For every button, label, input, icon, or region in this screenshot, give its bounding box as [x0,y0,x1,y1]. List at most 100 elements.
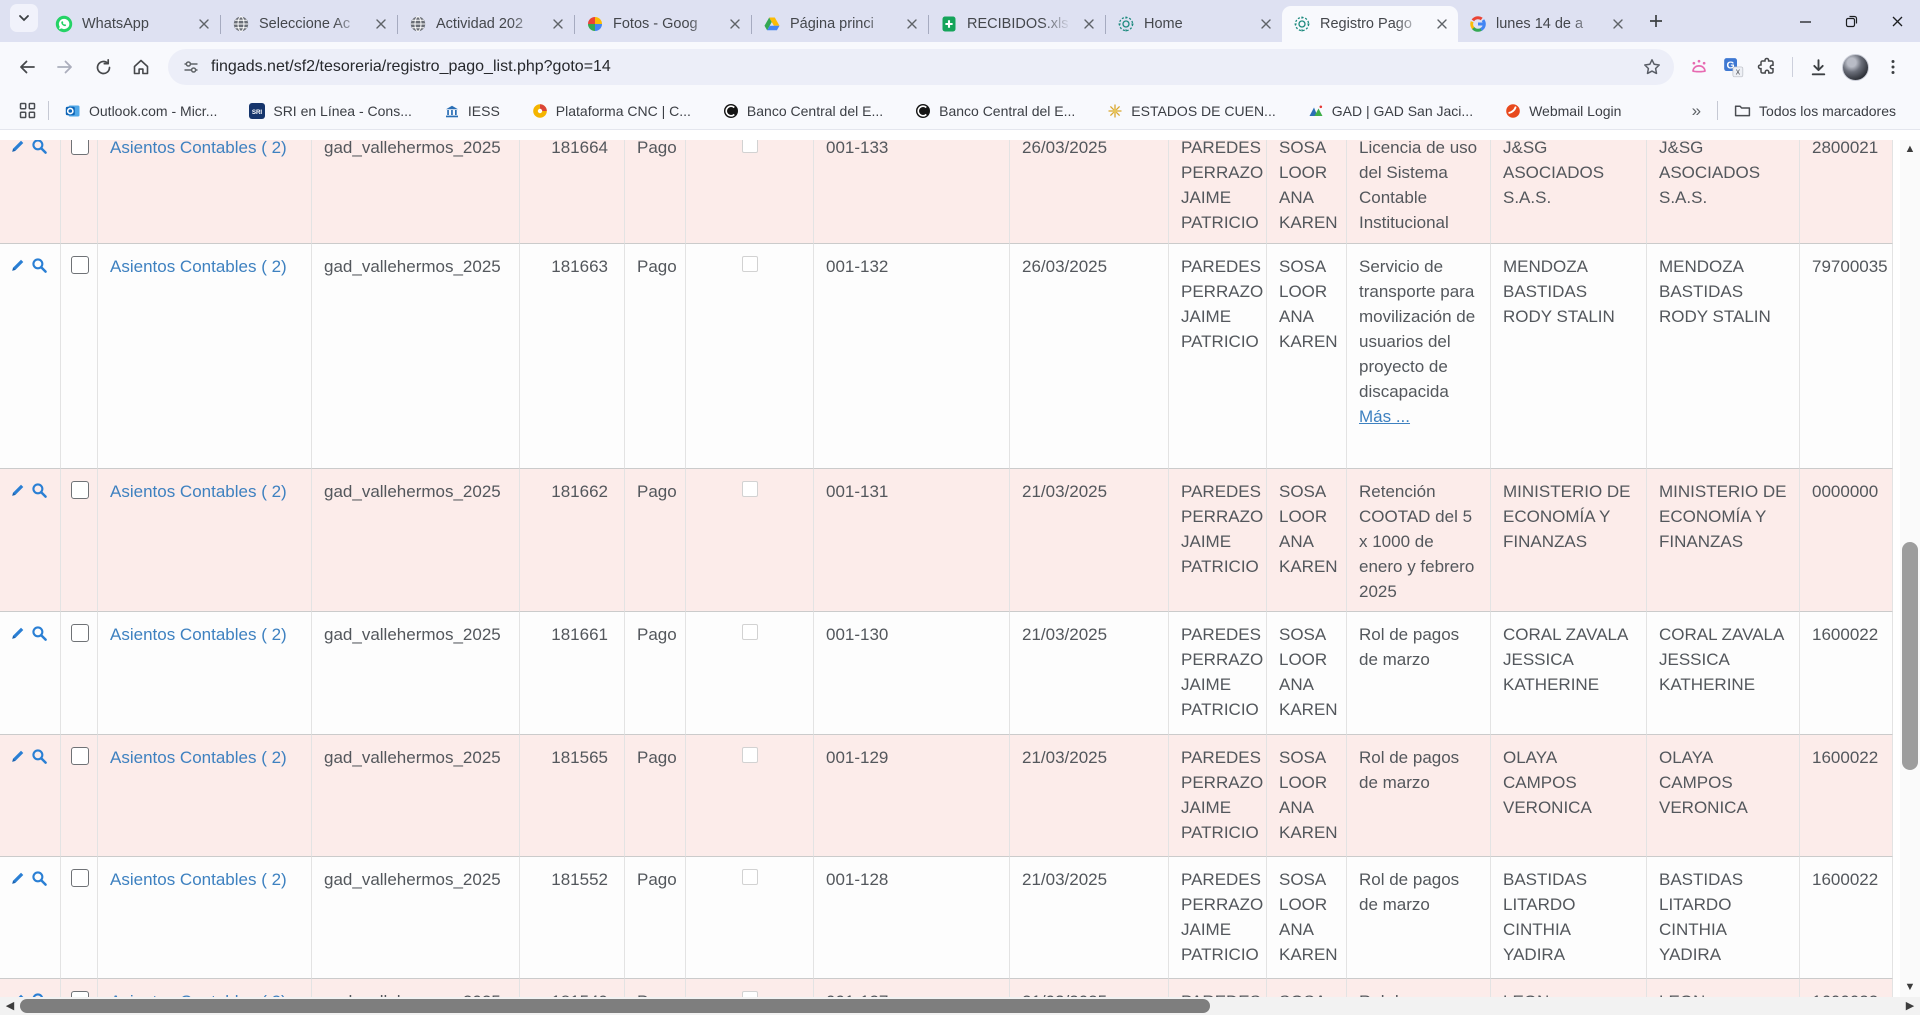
table-row: Asientos Contables ( 2)gad_vallehermos_2… [0,612,1893,735]
bookmarks-overflow-button[interactable]: » [1682,101,1711,121]
forward-button[interactable] [48,50,82,84]
apps-grid-button[interactable] [12,96,42,126]
edit-pencil-icon[interactable] [8,624,27,650]
restore-button[interactable] [1828,0,1874,42]
row-checkbox[interactable] [71,624,89,642]
mas-link[interactable]: Más ... [1359,404,1478,429]
scroll-up-button[interactable]: ▲ [1900,140,1920,159]
view-magnifier-icon[interactable] [30,140,49,163]
iess-favicon [444,103,460,119]
tab-seleccione-ac[interactable]: Seleccione Ac [221,6,397,42]
bookmark-webmail[interactable]: Webmail Login [1495,99,1631,123]
tab-close-button[interactable] [1080,16,1097,33]
tab-close-button[interactable] [1257,16,1274,33]
bookmark-bce[interactable]: Banco Central del E... [905,99,1085,123]
row-checkbox[interactable] [71,256,89,274]
edit-pencil-icon[interactable] [8,869,27,895]
extension-pink-icon[interactable] [1684,52,1714,82]
view-magnifier-icon[interactable] [30,747,49,773]
bookmark-star-icon[interactable] [1642,57,1662,77]
asientos-contables-link[interactable]: Asientos Contables ( 2) [110,140,287,157]
row-checkbox[interactable] [71,140,89,155]
edit-pencil-icon[interactable] [8,481,27,507]
fecha-cell: 21/03/2025 [1010,979,1169,997]
minimize-button[interactable] [1782,0,1828,42]
tab-whatsapp[interactable]: WhatsApp [44,6,220,42]
profile-avatar[interactable] [1842,54,1869,81]
globe-favicon [409,15,427,33]
asientos-contables-link[interactable]: Asientos Contables ( 2) [110,257,287,276]
tab-close-button[interactable] [1433,16,1450,33]
bookmark-bce[interactable]: Banco Central del E... [713,99,893,123]
scroll-down-button[interactable]: ▼ [1900,978,1920,997]
row-checkbox[interactable] [71,747,89,765]
fecha-cell: 26/03/2025 [1010,244,1169,469]
flag-checkbox[interactable] [742,869,758,885]
tab-actividad-202[interactable]: Actividad 202 [398,6,574,42]
tab-registro-pago[interactable]: Registro Pago [1282,6,1458,42]
tab-home[interactable]: Home [1106,6,1282,42]
bookmark-sri[interactable]: SRISRI en Línea - Cons... [239,99,422,123]
tab-close-button[interactable] [726,16,743,33]
back-button[interactable] [10,50,44,84]
row-checkbox[interactable] [71,481,89,499]
tab-fotos-goog[interactable]: Fotos - Goog [575,6,751,42]
flag-checkbox[interactable] [742,747,758,763]
bookmark-label: Banco Central del E... [939,103,1075,119]
site-settings-icon[interactable] [182,58,200,76]
tab-search-button[interactable] [10,4,38,32]
downloads-button[interactable] [1803,52,1833,82]
vertical-scroll-thumb[interactable] [1902,542,1918,770]
view-magnifier-icon[interactable] [30,869,49,895]
home-button[interactable] [124,50,158,84]
vertical-scrollbar[interactable]: ▲ ▼ [1900,140,1920,997]
bookmark-cnc[interactable]: Plataforma CNC | C... [522,99,701,123]
bookmark-label: Banco Central del E... [747,103,883,119]
url-text[interactable]: fingads.net/sf2/tesoreria/registro_pago_… [211,58,1631,76]
resp2-cell: SOSA LOOR ANA KAREN [1267,857,1347,979]
horizontal-scrollbar[interactable]: ◀ ▶ [0,997,1920,1015]
reload-button[interactable] [86,50,120,84]
flag-checkbox[interactable] [742,256,758,272]
view-magnifier-icon[interactable] [30,481,49,507]
flag-checkbox-cell [686,612,814,735]
tab-close-button[interactable] [903,16,920,33]
tab-lunes-14-de-a[interactable]: lunes 14 de a [1458,6,1634,42]
scroll-right-button[interactable]: ▶ [1900,997,1920,1015]
flag-checkbox[interactable] [742,481,758,497]
edit-pencil-icon[interactable] [8,747,27,773]
edit-pencil-icon[interactable] [8,256,27,282]
view-magnifier-icon[interactable] [30,256,49,282]
row-checkbox[interactable] [71,869,89,887]
close-window-button[interactable] [1874,0,1920,42]
flag-checkbox[interactable] [742,140,758,153]
new-tab-button[interactable] [1642,7,1670,35]
id-cell: 181661 [520,612,625,735]
tab-close-button[interactable] [549,16,566,33]
browser-menu-button[interactable] [1878,52,1908,82]
tab-close-button[interactable] [372,16,389,33]
horizontal-scroll-thumb[interactable] [20,999,1210,1013]
all-bookmarks-button[interactable]: Todos los marcadores [1724,98,1906,123]
bookmark-outlook[interactable]: Outlook.com - Micr... [55,99,227,123]
edit-pencil-icon[interactable] [8,140,27,163]
asientos-contables-link[interactable]: Asientos Contables ( 2) [110,625,287,644]
flag-checkbox[interactable] [742,624,758,640]
translate-button[interactable]: Gx [1718,52,1748,82]
tab-close-button[interactable] [1609,16,1626,33]
benef1-cell: J&SG ASOCIADOS S.A.S. [1491,140,1647,244]
asientos-contables-link[interactable]: Asientos Contables ( 2) [110,482,287,501]
scroll-left-button[interactable]: ◀ [0,997,20,1015]
bookmark-gad[interactable]: GAD | GAD San Jaci... [1298,99,1483,123]
view-magnifier-icon[interactable] [30,624,49,650]
tab-close-button[interactable] [195,16,212,33]
extensions-button[interactable] [1752,52,1782,82]
table-row: Asientos Contables ( 2)gad_vallehermos_2… [0,735,1893,857]
bookmark-iess[interactable]: IESS [434,99,510,123]
asientos-contables-link[interactable]: Asientos Contables ( 2) [110,870,287,889]
address-bar[interactable]: fingads.net/sf2/tesoreria/registro_pago_… [168,49,1674,85]
asientos-contables-link[interactable]: Asientos Contables ( 2) [110,748,287,767]
tab-p-gina-princi[interactable]: Página princi [752,6,928,42]
tab-recibidos-xls[interactable]: RECIBIDOS.xls [929,6,1105,42]
bookmark-estados[interactable]: ESTADOS DE CUEN... [1097,99,1285,123]
